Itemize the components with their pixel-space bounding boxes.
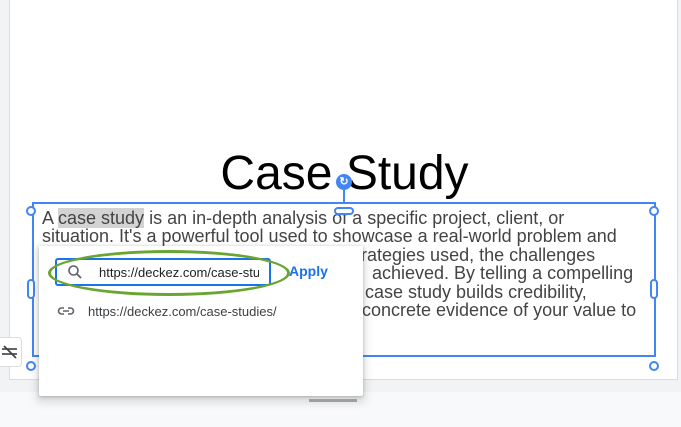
link-search-box[interactable] — [55, 258, 271, 286]
bottom-strip — [0, 392, 681, 427]
rotate-handle-icon[interactable]: ↻ — [336, 174, 352, 190]
editor-canvas: Case Study A case study is an in-depth a… — [0, 0, 681, 427]
body-line-2: situation. It's a powerful tool used to … — [42, 226, 617, 247]
resize-handle-top[interactable] — [334, 207, 354, 215]
resize-handle-top-right[interactable] — [649, 206, 659, 216]
resize-handle-bottom-left[interactable] — [26, 361, 36, 371]
resize-handle-right[interactable] — [650, 279, 658, 299]
apply-button[interactable]: Apply — [289, 263, 328, 279]
resize-handle-bottom-right[interactable] — [649, 361, 659, 371]
body-line-1-rest: is an in-depth analysis of a specific pr… — [144, 208, 565, 228]
search-icon — [68, 265, 82, 279]
horizontal-scrollbar-thumb[interactable] — [309, 399, 357, 402]
insert-link-popup: Apply https://deckez.com/case-studies/ — [39, 246, 363, 396]
highlighted-text: case study — [58, 208, 145, 228]
body-prefix: A — [42, 208, 59, 228]
resize-handle-top-left[interactable] — [26, 206, 36, 216]
link-suggestion-text: https://deckez.com/case-studies/ — [88, 304, 277, 319]
link-suggestion-item[interactable]: https://deckez.com/case-studies/ — [55, 301, 355, 323]
link-icon — [57, 307, 75, 315]
resize-handle-left[interactable] — [27, 279, 35, 299]
link-url-input[interactable] — [99, 263, 259, 281]
rotate-stem — [343, 190, 345, 204]
format-clear-icon — [2, 345, 17, 359]
format-tool-button[interactable] — [0, 337, 22, 367]
